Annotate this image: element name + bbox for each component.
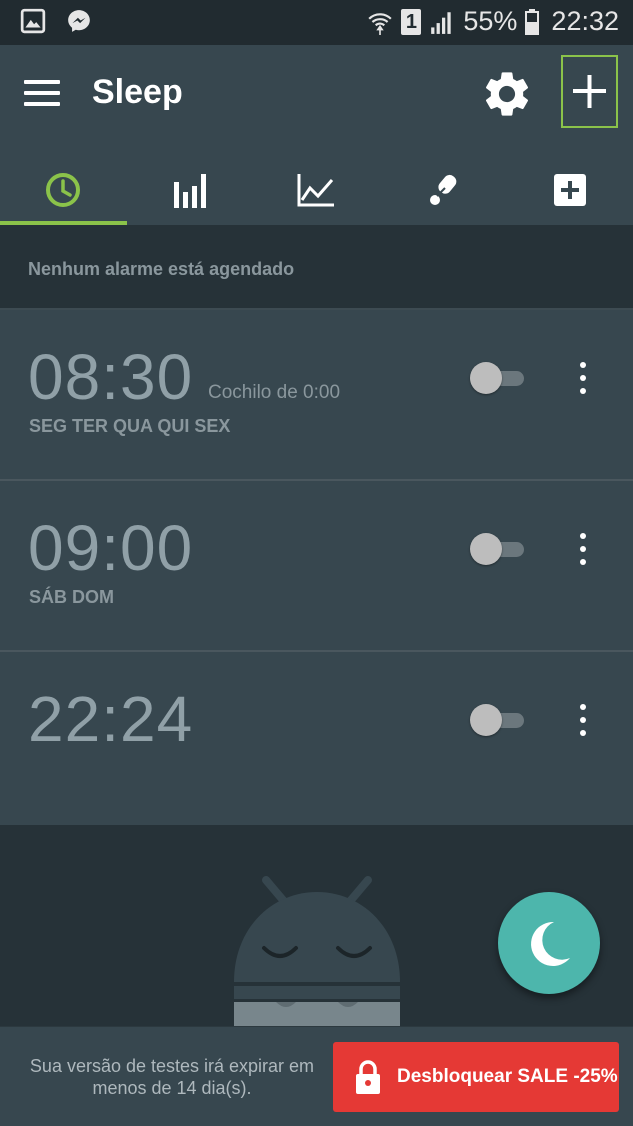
add-box-icon xyxy=(553,174,586,206)
tab-bar xyxy=(0,155,633,225)
alarm-toggle[interactable] xyxy=(470,533,526,565)
tab-alarms[interactable] xyxy=(0,155,127,225)
lock-icon xyxy=(356,1060,380,1094)
tab-addons[interactable] xyxy=(506,155,633,225)
sleeping-android-mascot xyxy=(234,876,400,1030)
app-bar: Sleep xyxy=(0,45,633,225)
alarm-days: SÁB DOM xyxy=(29,587,114,607)
menu-button[interactable] xyxy=(24,75,60,111)
alarm-row[interactable]: 22:24 xyxy=(0,652,633,825)
alarm-list: 08:30 Cochilo de 0:00 SEG TER QUA QUI SE… xyxy=(0,310,633,825)
more-options-icon[interactable] xyxy=(570,700,596,740)
page-title: Sleep xyxy=(92,73,183,111)
alarm-time[interactable]: 22:24 xyxy=(28,682,193,756)
clock: 22:32 xyxy=(551,6,619,36)
unlock-label: Desbloquear SALE -25% xyxy=(397,1066,618,1087)
moon-icon xyxy=(531,921,570,966)
battery-percent: 55% xyxy=(463,6,518,36)
settings-gear-icon[interactable] xyxy=(480,67,534,121)
line-chart-icon xyxy=(297,174,335,207)
more-options-icon[interactable] xyxy=(570,529,596,569)
tab-trends[interactable] xyxy=(253,155,380,225)
plus-icon xyxy=(573,75,606,108)
signal-icon xyxy=(431,11,452,34)
image-icon xyxy=(20,8,46,34)
wifi-icon xyxy=(368,12,392,35)
status-bar: 1 55% 22:32 xyxy=(0,0,633,45)
messenger-icon xyxy=(68,10,90,32)
bar-chart-icon xyxy=(173,174,206,208)
alarm-clock-icon xyxy=(46,173,81,207)
alarm-row[interactable]: 08:30 Cochilo de 0:00 SEG TER QUA QUI SE… xyxy=(0,310,633,481)
alarm-days: SEG TER QUA QUI SEX xyxy=(29,416,231,436)
alarm-row[interactable]: 09:00 SÁB DOM xyxy=(0,481,633,652)
tab-lullaby[interactable] xyxy=(380,155,507,225)
alarm-time[interactable]: 08:30 xyxy=(28,340,193,414)
microphone-icon xyxy=(430,174,457,205)
start-sleep-tracking-button[interactable] xyxy=(498,892,600,994)
alarm-snooze: Cochilo de 0:00 xyxy=(208,382,341,403)
alarm-toggle[interactable] xyxy=(470,362,526,394)
battery-icon xyxy=(525,8,540,35)
trial-banner: Sua versão de testes irá expirar em meno… xyxy=(0,1026,633,1126)
add-alarm-button[interactable] xyxy=(561,55,618,128)
alarm-toggle[interactable] xyxy=(470,704,526,736)
no-alarm-notice: Nenhum alarme está agendado xyxy=(0,225,633,310)
alarm-time[interactable]: 09:00 xyxy=(28,511,193,585)
tab-statistics[interactable] xyxy=(127,155,254,225)
sim1-icon: 1 xyxy=(401,8,422,35)
more-options-icon[interactable] xyxy=(570,358,596,398)
notice-text: Nenhum alarme está agendado xyxy=(28,259,295,279)
trial-expiry-text: Sua versão de testes irá expirar em meno… xyxy=(29,1056,315,1098)
unlock-button[interactable]: Desbloquear SALE -25% xyxy=(333,1042,619,1112)
